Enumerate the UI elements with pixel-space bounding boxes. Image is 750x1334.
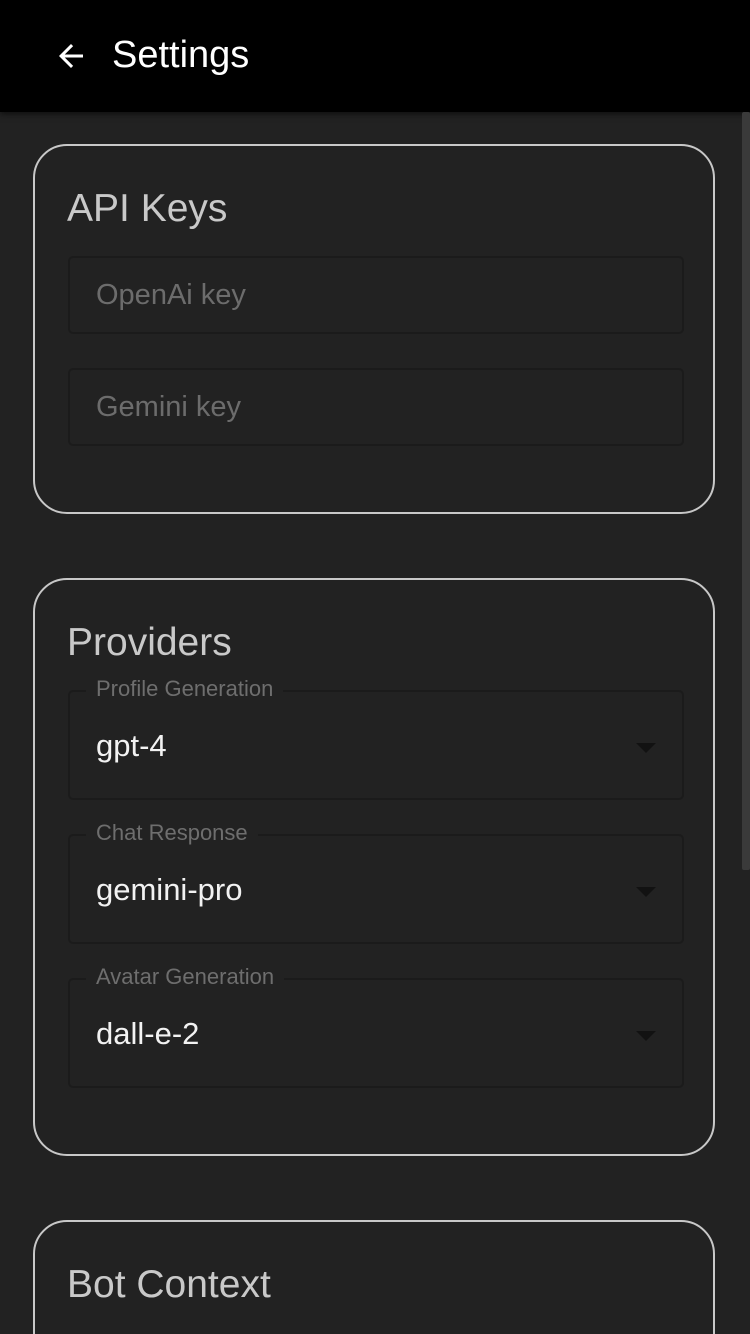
profile-generation-select[interactable]: Profile Generation gpt-4 bbox=[68, 674, 684, 800]
providers-title: Providers bbox=[67, 621, 232, 664]
api-keys-card: API Keys bbox=[33, 144, 715, 514]
avatar-generation-select[interactable]: Avatar Generation dall-e-2 bbox=[68, 962, 684, 1088]
gemini-key-input[interactable] bbox=[96, 370, 656, 444]
dropdown-arrow-icon bbox=[636, 743, 656, 753]
avatar-generation-label: Avatar Generation bbox=[86, 962, 285, 992]
settings-screen: Settings API Keys Providers Profile Gene… bbox=[0, 0, 750, 1334]
back-button[interactable] bbox=[48, 33, 94, 79]
profile-generation-label: Profile Generation bbox=[86, 674, 284, 704]
profile-generation-value: gpt-4 bbox=[96, 728, 167, 763]
chat-response-label: Chat Response bbox=[86, 818, 258, 848]
chat-response-value: gemini-pro bbox=[96, 872, 243, 907]
arrow-left-icon bbox=[59, 44, 83, 68]
page-title: Settings bbox=[112, 34, 250, 76]
avatar-generation-value: dall-e-2 bbox=[96, 1016, 200, 1051]
scrollbar[interactable] bbox=[742, 112, 750, 870]
dropdown-arrow-icon bbox=[636, 1031, 656, 1041]
api-keys-title: API Keys bbox=[67, 187, 228, 230]
bot-context-title: Bot Context bbox=[67, 1263, 271, 1306]
openai-key-field[interactable] bbox=[68, 256, 684, 334]
gemini-key-field[interactable] bbox=[68, 368, 684, 446]
dropdown-arrow-icon bbox=[636, 887, 656, 897]
bot-context-card: Bot Context bbox=[33, 1220, 715, 1334]
providers-card: Providers Profile Generation gpt-4 Chat … bbox=[33, 578, 715, 1156]
openai-key-input[interactable] bbox=[96, 258, 656, 332]
chat-response-select[interactable]: Chat Response gemini-pro bbox=[68, 818, 684, 944]
app-bar: Settings bbox=[0, 0, 750, 112]
